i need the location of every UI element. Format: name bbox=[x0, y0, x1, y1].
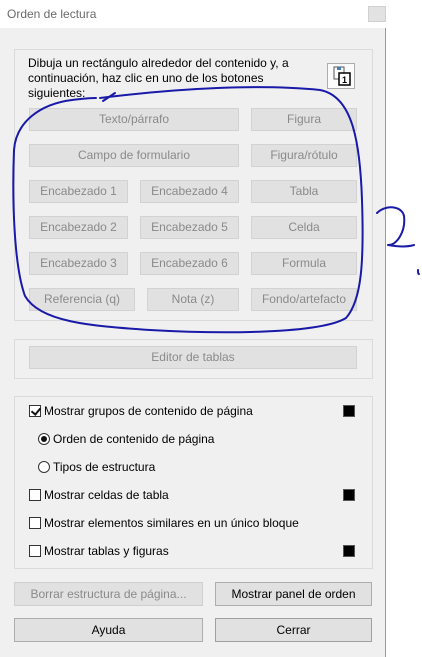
structure-types-label: Tipos de estructura bbox=[53, 460, 156, 474]
content-groups-color-swatch[interactable] bbox=[343, 405, 355, 417]
note-button[interactable]: Nota (z) bbox=[147, 288, 239, 311]
formula-button[interactable]: Formula bbox=[251, 252, 357, 275]
table-editor-button[interactable]: Editor de tablas bbox=[29, 346, 357, 369]
table-button[interactable]: Tabla bbox=[251, 180, 357, 203]
clear-page-structure-button[interactable]: Borrar estructura de página... bbox=[14, 582, 203, 606]
similar-single-block-checkbox[interactable] bbox=[29, 517, 41, 529]
figure-caption-button[interactable]: Figura/rótulo bbox=[251, 144, 357, 167]
close-button[interactable]: Cerrar bbox=[215, 618, 372, 642]
structure-types-radio[interactable] bbox=[38, 461, 50, 473]
reference-button[interactable]: Referencia (q) bbox=[29, 288, 135, 311]
form-field-button[interactable]: Campo de formulario bbox=[29, 144, 239, 167]
show-tables-figures-label: Mostrar tablas y figuras bbox=[44, 544, 169, 558]
show-table-cells-label: Mostrar celdas de tabla bbox=[44, 488, 169, 502]
heading3-button[interactable]: Encabezado 3 bbox=[29, 252, 128, 275]
heading2-button[interactable]: Encabezado 2 bbox=[29, 216, 128, 239]
show-tables-figures-checkbox[interactable] bbox=[29, 545, 41, 557]
reading-order-dialog: Orden de lectura Dibuja un rectángulo al… bbox=[0, 0, 386, 657]
title-bar: Orden de lectura bbox=[0, 0, 386, 28]
text-paragraph-button[interactable]: Texto/párrafo bbox=[29, 108, 239, 131]
heading6-button[interactable]: Encabezado 6 bbox=[140, 252, 239, 275]
show-order-panel-button[interactable]: Mostrar panel de orden bbox=[215, 582, 372, 606]
heading1-button[interactable]: Encabezado 1 bbox=[29, 180, 128, 203]
figure-button[interactable]: Figura bbox=[251, 108, 357, 131]
heading5-button[interactable]: Encabezado 5 bbox=[140, 216, 239, 239]
tables-figures-color-swatch[interactable] bbox=[343, 545, 355, 557]
similar-single-block-label: Mostrar elementos similares en un único … bbox=[44, 516, 299, 530]
background-artifact-button[interactable]: Fondo/artefacto bbox=[251, 288, 357, 311]
show-content-groups-label: Mostrar grupos de contenido de página bbox=[44, 404, 253, 418]
instructions-text: Dibuja un rectángulo alrededor del conte… bbox=[28, 56, 289, 100]
close-window-button[interactable] bbox=[368, 6, 386, 22]
draw-tool-icon[interactable]: 1 bbox=[327, 63, 355, 89]
page-content-order-label: Orden de contenido de página bbox=[53, 432, 215, 446]
help-button[interactable]: Ayuda bbox=[14, 618, 203, 642]
dialog-title: Orden de lectura bbox=[7, 7, 97, 21]
show-table-cells-checkbox[interactable] bbox=[29, 489, 41, 501]
page-content-order-radio[interactable] bbox=[38, 433, 50, 445]
heading4-button[interactable]: Encabezado 4 bbox=[140, 180, 239, 203]
svg-text:1: 1 bbox=[342, 75, 347, 85]
show-content-groups-checkbox[interactable] bbox=[29, 405, 41, 417]
table-cells-color-swatch[interactable] bbox=[343, 489, 355, 501]
cell-button[interactable]: Celda bbox=[251, 216, 357, 239]
